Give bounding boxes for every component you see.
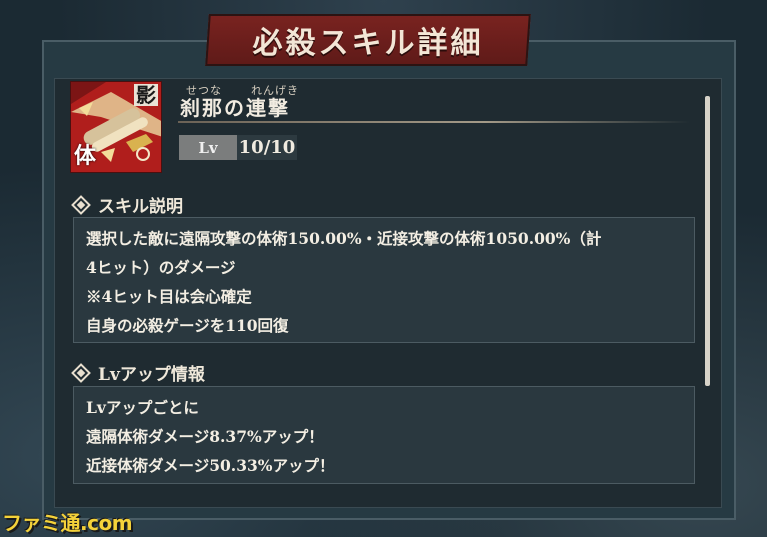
watermark-logo: ファミ通.com (2, 511, 133, 535)
description-heading-text: スキル説明 (98, 197, 183, 217)
level-value: 10/10 (237, 135, 297, 160)
dialog-title: 必殺スキル詳細 (252, 26, 484, 61)
skill-type-label: 体 (74, 143, 97, 169)
skill-badge: 影 (134, 83, 158, 107)
levelup-line: 近接体術ダメージ50.33%アップ！ (86, 456, 335, 475)
skill-portrait-icon: 影 体 (70, 81, 162, 173)
description-line: 4ヒット）のダメージ (86, 258, 236, 277)
levelup-line: Lvアップごとに (86, 398, 199, 417)
name-divider (178, 121, 690, 123)
levelup-box: Lvアップごとに 遠隔体術ダメージ8.37%アップ！ 近接体術ダメージ50.33… (73, 386, 695, 484)
description-line: 自身の必殺ゲージを110回復 (86, 316, 289, 335)
level-label: Lv (179, 135, 237, 160)
skill-name: 刹那の連撃 (180, 96, 290, 120)
description-box: 選択した敵に遠隔攻撃の体術150.00%・近接攻撃の体術1050.00%（計 4… (73, 217, 695, 343)
description-line: 選択した敵に遠隔攻撃の体術150.00%・近接攻撃の体術1050.00%（計 (86, 229, 602, 248)
levelup-line: 遠隔体術ダメージ8.37%アップ！ (86, 427, 324, 446)
levelup-heading: Lvアップ情報 (71, 360, 205, 385)
diamond-bullet-icon (71, 194, 91, 215)
levelup-heading-text: Lvアップ情報 (98, 365, 205, 385)
description-line: ※4ヒット目は会心確定 (86, 287, 252, 306)
diamond-bullet-icon (71, 362, 91, 383)
description-heading: スキル説明 (71, 192, 183, 217)
scrollbar[interactable] (705, 96, 710, 386)
